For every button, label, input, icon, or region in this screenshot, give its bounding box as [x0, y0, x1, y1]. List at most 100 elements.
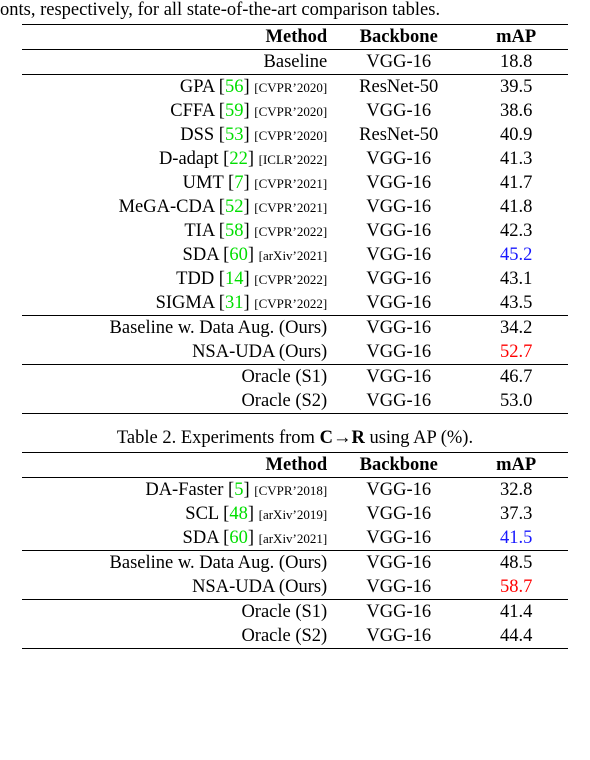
caption-c: C: [320, 428, 333, 448]
cell-backbone: VGG-16: [333, 219, 464, 243]
citation-link[interactable]: 22: [229, 149, 248, 169]
cell-method: TDD [14] [CVPR’2022]: [22, 267, 333, 291]
caption-r: R: [351, 428, 364, 448]
cell-map: 41.8: [464, 195, 568, 219]
table-row: CFFA [59] [CVPR’2020] VGG-16 38.6: [22, 99, 568, 123]
cell-backbone: VGG-16: [333, 291, 464, 316]
cell-method: NSA-UDA (Ours): [22, 340, 333, 365]
citation-link[interactable]: 56: [225, 77, 244, 97]
venue-text: [CVPR’2021]: [254, 200, 327, 215]
table-row: Oracle (S2) VGG-16 44.4: [22, 624, 568, 649]
cell-backbone: VGG-16: [333, 195, 464, 219]
cell-method: Baseline w. Data Aug. (Ours): [22, 551, 333, 576]
col-header-map: mAP: [464, 25, 568, 50]
table-1: Method Backbone mAP Baseline VGG-16 18.8…: [22, 24, 568, 414]
cell-map: 41.3: [464, 147, 568, 171]
venue-text: [CVPR’2022]: [254, 272, 327, 287]
cell-map: 52.7: [464, 340, 568, 365]
col-header-backbone: Backbone: [333, 25, 464, 50]
table-row: SDA [60] [arXiv’2021] VGG-16 45.2: [22, 243, 568, 267]
citation-link[interactable]: 5: [234, 480, 243, 500]
cell-backbone: VGG-16: [333, 99, 464, 123]
venue-text: [CVPR’2022]: [254, 224, 327, 239]
venue-text: [arXiv’2021]: [259, 248, 328, 263]
cell-map: 53.0: [464, 389, 568, 414]
cell-backbone: VGG-16: [333, 551, 464, 576]
cell-map: 46.7: [464, 365, 568, 390]
cell-method: Oracle (S2): [22, 389, 333, 414]
table-2-caption: Table 2. Experiments from C→R using AP (…: [22, 428, 568, 449]
cell-method: SIGMA [31] [CVPR’2022]: [22, 291, 333, 316]
citation-link[interactable]: 59: [225, 101, 244, 121]
table-row: Baseline VGG-16 18.8: [22, 50, 568, 75]
cell-method: Baseline: [22, 50, 333, 75]
arrow-icon: →: [333, 428, 352, 448]
citation-link[interactable]: 60: [229, 528, 248, 548]
col-header-map: mAP: [464, 453, 568, 478]
cell-map: 48.5: [464, 551, 568, 576]
table-row: DA-Faster [5] [CVPR’2018] VGG-16 32.8: [22, 478, 568, 503]
table-row: SCL [48] [arXiv’2019] VGG-16 37.3: [22, 502, 568, 526]
table-row: GPA [56] [CVPR’2020] ResNet-50 39.5: [22, 75, 568, 100]
caption-text: Table 2. Experiments from: [117, 428, 320, 448]
table-row: SDA [60] [arXiv’2021] VGG-16 41.5: [22, 526, 568, 551]
citation-link[interactable]: 48: [229, 504, 248, 524]
citation-link[interactable]: 52: [225, 197, 244, 217]
table-row: TDD [14] [CVPR’2022] VGG-16 43.1: [22, 267, 568, 291]
cell-map: 43.5: [464, 291, 568, 316]
col-header-method: Method: [22, 453, 333, 478]
cell-map: 41.7: [464, 171, 568, 195]
cell-method: TIA [58] [CVPR’2022]: [22, 219, 333, 243]
cell-backbone: VGG-16: [333, 526, 464, 551]
citation-link[interactable]: 58: [225, 221, 244, 241]
cell-backbone: VGG-16: [333, 267, 464, 291]
table-row: Oracle (S2) VGG-16 53.0: [22, 389, 568, 414]
citation-link[interactable]: 7: [234, 173, 243, 193]
cell-backbone: VGG-16: [333, 600, 464, 625]
table-row: NSA-UDA (Ours) VGG-16 52.7: [22, 340, 568, 365]
cell-backbone: VGG-16: [333, 575, 464, 600]
cell-backbone: ResNet-50: [333, 75, 464, 100]
citation-link[interactable]: 31: [225, 293, 244, 313]
cell-backbone: VGG-16: [333, 50, 464, 75]
cell-map: 41.4: [464, 600, 568, 625]
cell-backbone: VGG-16: [333, 340, 464, 365]
citation-link[interactable]: 14: [225, 269, 244, 289]
venue-text: [arXiv’2021]: [259, 531, 328, 546]
citation-link[interactable]: 60: [229, 245, 248, 265]
venue-text: [CVPR’2021]: [254, 176, 327, 191]
cell-method: DSS [53] [CVPR’2020]: [22, 123, 333, 147]
cell-map: 44.4: [464, 624, 568, 649]
cell-method: Oracle (S2): [22, 624, 333, 649]
cell-method: Baseline w. Data Aug. (Ours): [22, 316, 333, 341]
cell-backbone: VGG-16: [333, 365, 464, 390]
caption-text: using AP (%).: [365, 428, 473, 448]
cell-map: 34.2: [464, 316, 568, 341]
table-row: TIA [58] [CVPR’2022] VGG-16 42.3: [22, 219, 568, 243]
cell-map: 37.3: [464, 502, 568, 526]
venue-text: [CVPR’2020]: [254, 104, 327, 119]
table-row: MeGA-CDA [52] [CVPR’2021] VGG-16 41.8: [22, 195, 568, 219]
cell-backbone: ResNet-50: [333, 123, 464, 147]
cell-map: 38.6: [464, 99, 568, 123]
cell-method: CFFA [59] [CVPR’2020]: [22, 99, 333, 123]
table-row: NSA-UDA (Ours) VGG-16 58.7: [22, 575, 568, 600]
cell-backbone: VGG-16: [333, 316, 464, 341]
cell-method: NSA-UDA (Ours): [22, 575, 333, 600]
venue-text: [CVPR’2020]: [254, 128, 327, 143]
venue-text: [CVPR’2020]: [254, 80, 327, 95]
cell-backbone: VGG-16: [333, 502, 464, 526]
citation-link[interactable]: 53: [225, 125, 244, 145]
table-row: DSS [53] [CVPR’2020] ResNet-50 40.9: [22, 123, 568, 147]
cell-backbone: VGG-16: [333, 389, 464, 414]
fragment-text: onts, respectively, for all state-of-the…: [0, 0, 568, 21]
cell-map: 32.8: [464, 478, 568, 503]
cell-method: Oracle (S1): [22, 600, 333, 625]
table-row: UMT [7] [CVPR’2021] VGG-16 41.7: [22, 171, 568, 195]
cell-method: MeGA-CDA [52] [CVPR’2021]: [22, 195, 333, 219]
col-header-backbone: Backbone: [333, 453, 464, 478]
table-row: Oracle (S1) VGG-16 46.7: [22, 365, 568, 390]
cell-backbone: VGG-16: [333, 243, 464, 267]
cell-method: SDA [60] [arXiv’2021]: [22, 526, 333, 551]
cell-method: DA-Faster [5] [CVPR’2018]: [22, 478, 333, 503]
